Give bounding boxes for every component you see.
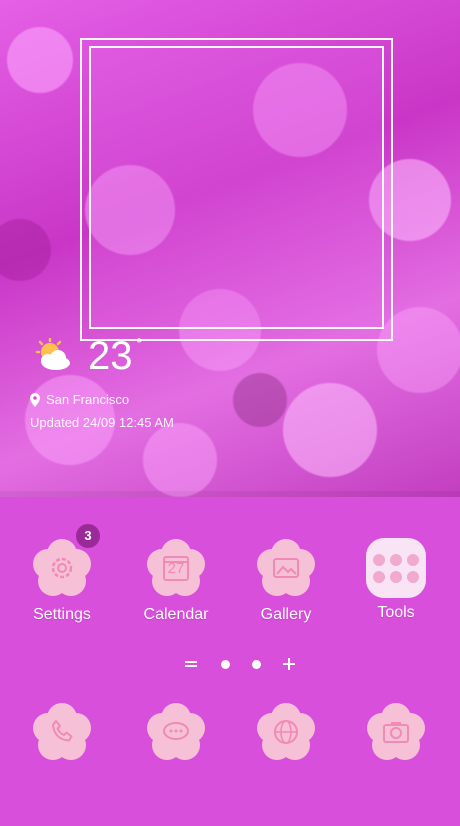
app-label-tools: Tools	[377, 604, 415, 621]
dock-messages[interactable]	[126, 700, 226, 764]
weather-temperature[interactable]: 23	[88, 334, 133, 378]
camera-icon	[383, 722, 409, 743]
app-settings[interactable]: Settings	[12, 536, 112, 624]
tools-folder-dot	[407, 570, 419, 583]
message-icon	[163, 722, 189, 740]
folder-grid-icon[interactable]	[366, 538, 426, 598]
phone-icon	[52, 720, 73, 742]
dock-phone[interactable]	[12, 700, 112, 764]
weather-location[interactable]: San Francisco	[30, 392, 129, 407]
page-dot-1[interactable]	[221, 659, 230, 669]
photo-frame-widget[interactable]	[89, 46, 384, 329]
app-label-calendar: Calendar	[143, 606, 209, 623]
partly-sunny-icon[interactable]	[30, 338, 74, 372]
location-label: San Francisco	[46, 392, 130, 407]
tools-folder-dot	[390, 553, 402, 566]
app-gallery[interactable]: Gallery	[236, 536, 336, 624]
calendar-day: 27	[167, 560, 185, 577]
gear-icon	[51, 557, 73, 579]
gallery-app-icon[interactable]	[254, 536, 318, 600]
page-dot-2[interactable]	[252, 659, 261, 669]
degree-symbol: °	[136, 336, 143, 353]
picture-icon	[273, 558, 299, 578]
tools-folder-dot	[373, 553, 385, 566]
tools-folder-dot	[373, 570, 385, 583]
globe-icon	[274, 720, 298, 744]
camera-app-icon[interactable]	[364, 700, 428, 764]
location-pin-icon	[30, 392, 40, 407]
messages-app-icon[interactable]	[144, 700, 208, 764]
app-tools[interactable]: Tools	[346, 536, 446, 622]
dock-camera[interactable]	[346, 700, 446, 764]
app-calendar[interactable]: 27 Calendar	[126, 536, 226, 624]
tools-folder-dot	[407, 553, 419, 566]
add-page-icon[interactable]	[283, 658, 295, 670]
app-label-gallery: Gallery	[260, 606, 312, 623]
tools-folder-dot	[390, 570, 402, 583]
home-menu-indicator-icon[interactable]	[185, 659, 199, 669]
phone-app-icon[interactable]	[30, 700, 94, 764]
dock-internet[interactable]	[236, 700, 336, 764]
notification-badge: 3	[76, 524, 100, 548]
calendar-app-icon[interactable]: 27	[144, 536, 208, 600]
internet-app-icon[interactable]	[254, 700, 318, 764]
weather-updated-time: Updated 24/09 12:45 AM	[30, 415, 174, 430]
page-indicator[interactable]	[180, 654, 300, 674]
app-label-settings: Settings	[33, 606, 91, 623]
